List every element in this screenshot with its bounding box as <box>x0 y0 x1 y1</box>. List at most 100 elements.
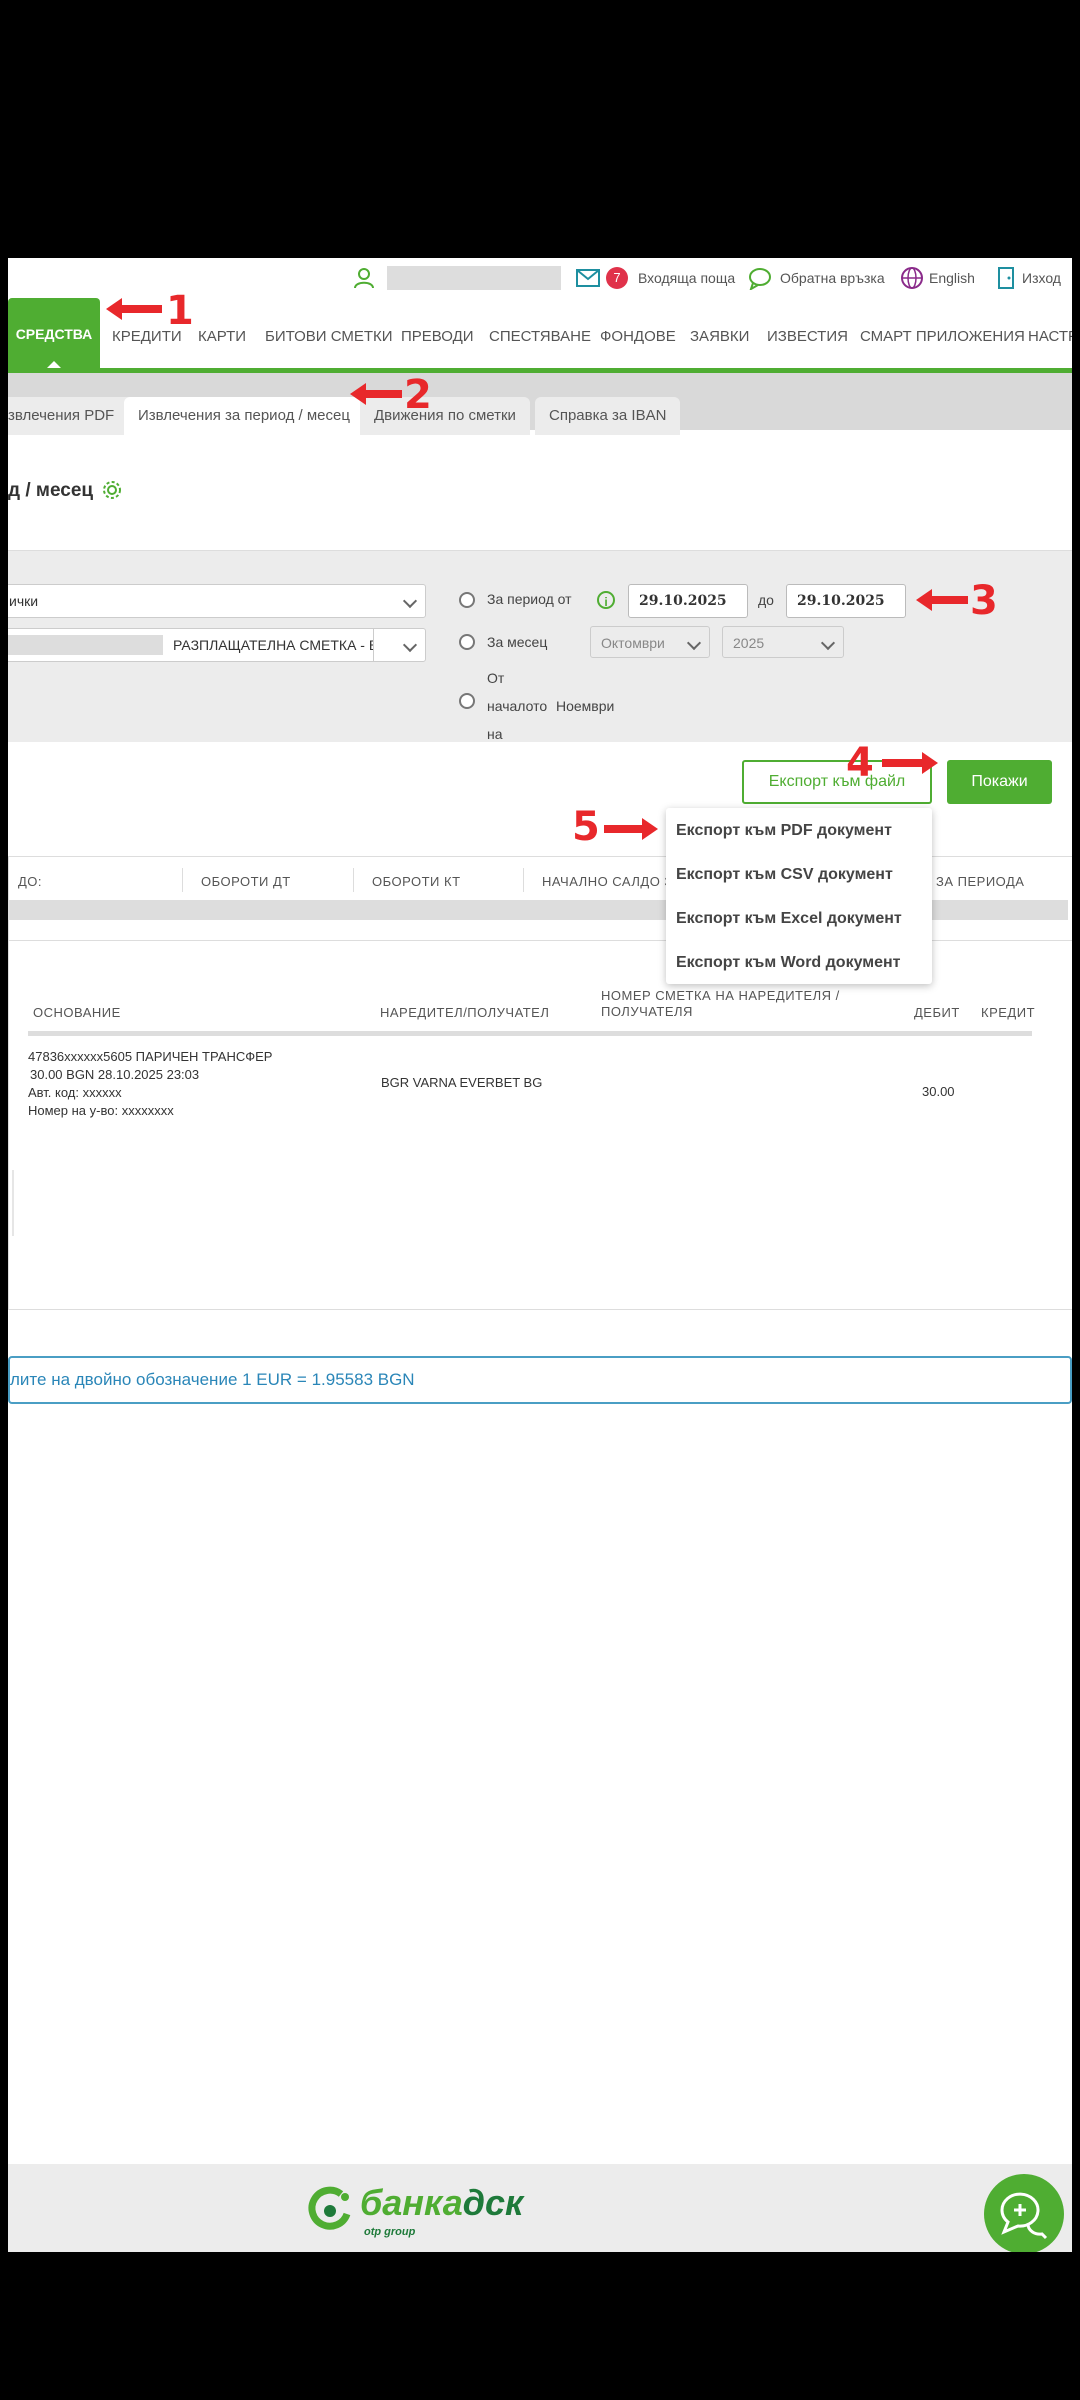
header-credit: КРЕДИТ <box>981 1005 1036 1020</box>
language-link[interactable]: English <box>929 270 975 286</box>
summary-header-debit-turnover: ОБОРОТИ ДТ <box>201 874 291 889</box>
header-account-line1: НОМЕР СМЕТКА НА НАРЕДИТЕЛЯ / <box>601 988 840 1003</box>
tab-period-statements[interactable]: Извлечения за период / месец <box>124 397 364 435</box>
show-button[interactable]: Покажи <box>947 760 1052 804</box>
logo-accent: дск <box>462 2182 524 2223</box>
feedback-link[interactable]: Обратна връзка <box>780 270 885 286</box>
user-icon <box>354 268 374 289</box>
nav-item-savings[interactable]: СПЕСТЯВАНЕ <box>489 328 591 345</box>
summary-header-period: ЗА ПЕРИОДА <box>936 874 1025 889</box>
bank-logo-text: банкадск <box>360 2182 523 2224</box>
column-divider <box>182 868 183 892</box>
tab-pdf-statements[interactable]: звлечения PDF <box>8 397 138 435</box>
nav-item-transfers[interactable]: ПРЕВОДИ <box>401 328 474 345</box>
basis-line3: Авт. код: xxxxxx <box>28 1085 122 1100</box>
summary-header-to: ДО: <box>18 874 43 889</box>
account-type-value: ички <box>9 593 39 609</box>
chevron-down-icon <box>402 637 418 653</box>
mail-icon[interactable] <box>576 268 600 288</box>
username-placeholder <box>387 266 561 290</box>
start-month-value: Ноември <box>556 698 615 714</box>
page-title: д / месец <box>8 480 94 501</box>
annotation-arrow-4 <box>882 752 938 774</box>
start-label-line3: на <box>487 726 503 742</box>
party-value: BGR VARNA EVERBET BG <box>381 1075 543 1090</box>
annotation-arrow-5 <box>604 818 658 840</box>
chevron-down-icon <box>820 635 836 651</box>
month-label: За месец <box>487 634 548 650</box>
tab-iban-reference[interactable]: Справка за IBAN <box>535 397 681 435</box>
app-screen: 7 Входяща поща Обратна връзка English Из… <box>8 258 1072 2252</box>
logout-link[interactable]: Изход <box>1022 270 1061 286</box>
header-underline <box>28 1031 1032 1036</box>
export-excel-option[interactable]: Експорт към Excel документ <box>676 910 902 928</box>
header-debit: ДЕБИТ <box>914 1005 960 1020</box>
logo-subtitle: otp group <box>364 2226 416 2238</box>
header-basis: ОСНОВАНИЕ <box>33 1005 121 1020</box>
gear-icon[interactable] <box>101 479 123 501</box>
annotation-arrow-3 <box>916 589 968 611</box>
nav-item-utility-bills[interactable]: БИТОВИ СМЕТКИ <box>265 328 393 345</box>
dual-pricing-notice: лите на двойно обозначение 1 EUR = 1.955… <box>8 1356 1072 1404</box>
info-icon[interactable]: i <box>597 591 615 609</box>
summary-header-opening-balance: НАЧАЛНО САЛДО З <box>542 874 673 889</box>
nav-item-funds[interactable]: ФОНДОВЕ <box>600 328 676 345</box>
feedback-icon[interactable] <box>748 266 772 290</box>
bank-logo-icon <box>308 2186 351 2230</box>
chevron-down-icon <box>402 593 418 609</box>
month-radio[interactable] <box>459 634 475 650</box>
period-label: За период от <box>487 591 572 607</box>
logout-icon[interactable] <box>996 266 1016 290</box>
basis-line4: Номер на у-во: xxxxxxxx <box>28 1103 174 1118</box>
chat-icon <box>1000 2192 1048 2240</box>
export-pdf-option[interactable]: Експорт към PDF документ <box>676 822 892 840</box>
date-from-input[interactable]: 29.10.2025 <box>628 584 748 618</box>
logo-main: банка <box>360 2182 463 2223</box>
basis-line1: 47836xxxxxx5605 ПАРИЧЕН ТРАНСФЕР <box>28 1049 273 1064</box>
inbox-count-badge: 7 <box>606 267 628 289</box>
nav-item-notices[interactable]: ИЗВЕСТИЯ <box>767 328 848 345</box>
table-row: 47836xxxxxx5605 ПАРИЧЕН ТРАНСФЕР 30.00 B… <box>28 1048 272 1120</box>
year-value: 2025 <box>733 635 765 651</box>
select-divider <box>373 629 374 661</box>
account-select[interactable]: РАЗПЛАЩАТЕЛНА СМЕТКА - BG <box>8 628 426 662</box>
nav-item-requests[interactable]: ЗАЯВКИ <box>690 328 749 345</box>
annotation-arrow-1 <box>106 298 162 320</box>
transactions-table <box>8 940 1072 1310</box>
to-label: до <box>758 592 774 608</box>
date-to-input[interactable]: 29.10.2025 <box>786 584 906 618</box>
nav-item-cards[interactable]: КАРТИ <box>198 328 246 345</box>
nav-item-active[interactable]: СРЕДСТВА <box>8 298 100 370</box>
inbox-link[interactable]: Входяща поща <box>638 270 735 286</box>
start-label-line2: началото <box>487 698 548 714</box>
header-account-line2: ПОЛУЧАТЕЛЯ <box>601 1004 693 1019</box>
account-number-placeholder <box>8 635 163 655</box>
account-value: РАЗПЛАЩАТЕЛНА СМЕТКА - BG <box>173 637 373 653</box>
chat-button[interactable] <box>984 2174 1064 2252</box>
export-dropdown: Експорт към PDF документ Експорт към CSV… <box>666 808 932 984</box>
header-party: НАРЕДИТЕЛ/ПОЛУЧАТЕЛ <box>380 1005 550 1020</box>
month-select[interactable]: Октомври <box>590 626 710 658</box>
nav-item-settings[interactable]: НАСТР <box>1028 328 1072 345</box>
annotation-number-5: 5 <box>572 804 600 850</box>
start-radio[interactable] <box>459 693 475 709</box>
annotation-arrow-2 <box>350 383 402 405</box>
column-divider <box>523 868 524 892</box>
month-value: Октомври <box>601 635 665 651</box>
export-word-option[interactable]: Експорт към Word документ <box>676 954 901 972</box>
start-label-line1: От <box>487 670 505 686</box>
nav-item-smart-apps[interactable]: СМАРТ ПРИЛОЖЕНИЯ <box>860 328 1025 345</box>
debit-value: 30.00 <box>922 1084 955 1099</box>
basis-line2: 30.00 BGN 28.10.2025 23:03 <box>30 1067 200 1082</box>
globe-icon[interactable] <box>900 266 924 290</box>
annotation-number-4: 4 <box>846 740 874 786</box>
annotation-number-2: 2 <box>404 372 432 418</box>
year-select[interactable]: 2025 <box>722 626 844 658</box>
annotation-number-1: 1 <box>166 288 194 334</box>
account-type-select[interactable]: ички <box>8 584 426 618</box>
period-radio[interactable] <box>459 592 475 608</box>
footer <box>8 2164 1072 2252</box>
export-csv-option[interactable]: Експорт към CSV документ <box>676 866 893 884</box>
scroll-indicator <box>12 1170 14 1236</box>
chevron-down-icon <box>686 635 702 651</box>
